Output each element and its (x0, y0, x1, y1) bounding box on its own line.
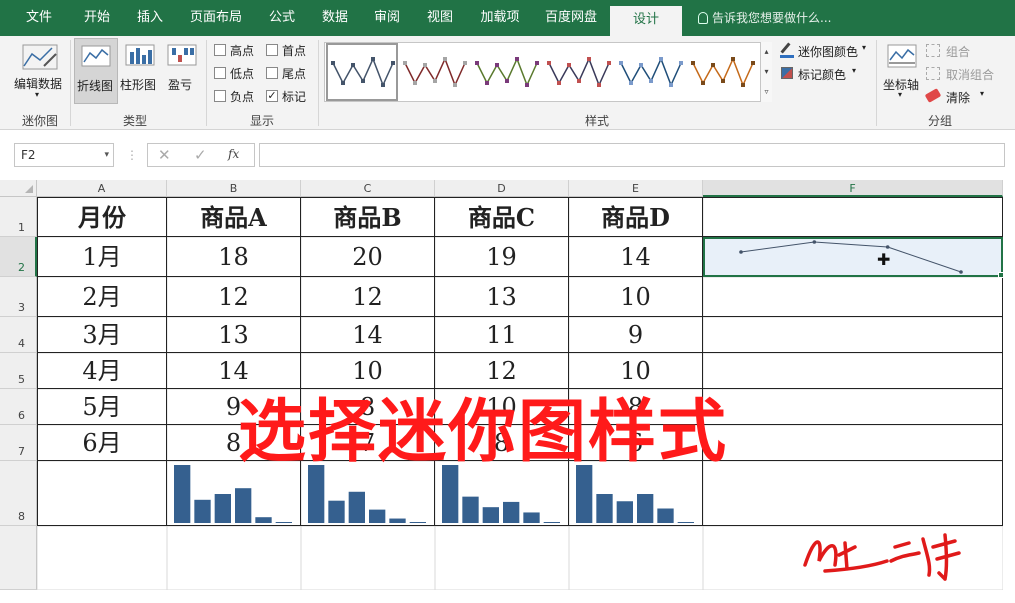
sparkline-bar (596, 494, 613, 523)
sparkline-marker (812, 240, 817, 244)
sparkline-bar (275, 522, 292, 523)
sparkline-bar (409, 522, 426, 523)
sparkline-bar (523, 512, 540, 523)
sparkline-bar (174, 465, 191, 523)
cursor-cross-icon: ✚ (877, 250, 890, 269)
sparkline-bar (543, 522, 560, 523)
sparkline-bar (194, 499, 211, 523)
sparkline-marker (739, 250, 743, 254)
sparkline-marker (885, 245, 890, 249)
sparkline-bar (657, 508, 674, 523)
sparkline-bar (503, 501, 520, 523)
sparkline-bar (482, 507, 499, 523)
sparkline-bar (348, 491, 365, 523)
sparkline-bar (677, 522, 694, 523)
sparkline-bar (235, 488, 252, 523)
signature-watermark (803, 533, 961, 581)
sparkline-line (740, 241, 962, 273)
sparkline-bar (369, 509, 386, 523)
sparkline-bar (616, 501, 633, 523)
sparkline-bar (214, 494, 231, 523)
sparkline-bar (637, 494, 654, 523)
sparkline-bar (255, 517, 272, 523)
sparkline-bar (389, 518, 406, 523)
sparkline-bar (328, 500, 345, 523)
sparkline-bar (462, 496, 479, 523)
sparklines-layer: ✚ (174, 240, 963, 523)
sparkline-marker (959, 270, 963, 274)
overlay-caption: 选择迷你图样式 (238, 393, 729, 472)
